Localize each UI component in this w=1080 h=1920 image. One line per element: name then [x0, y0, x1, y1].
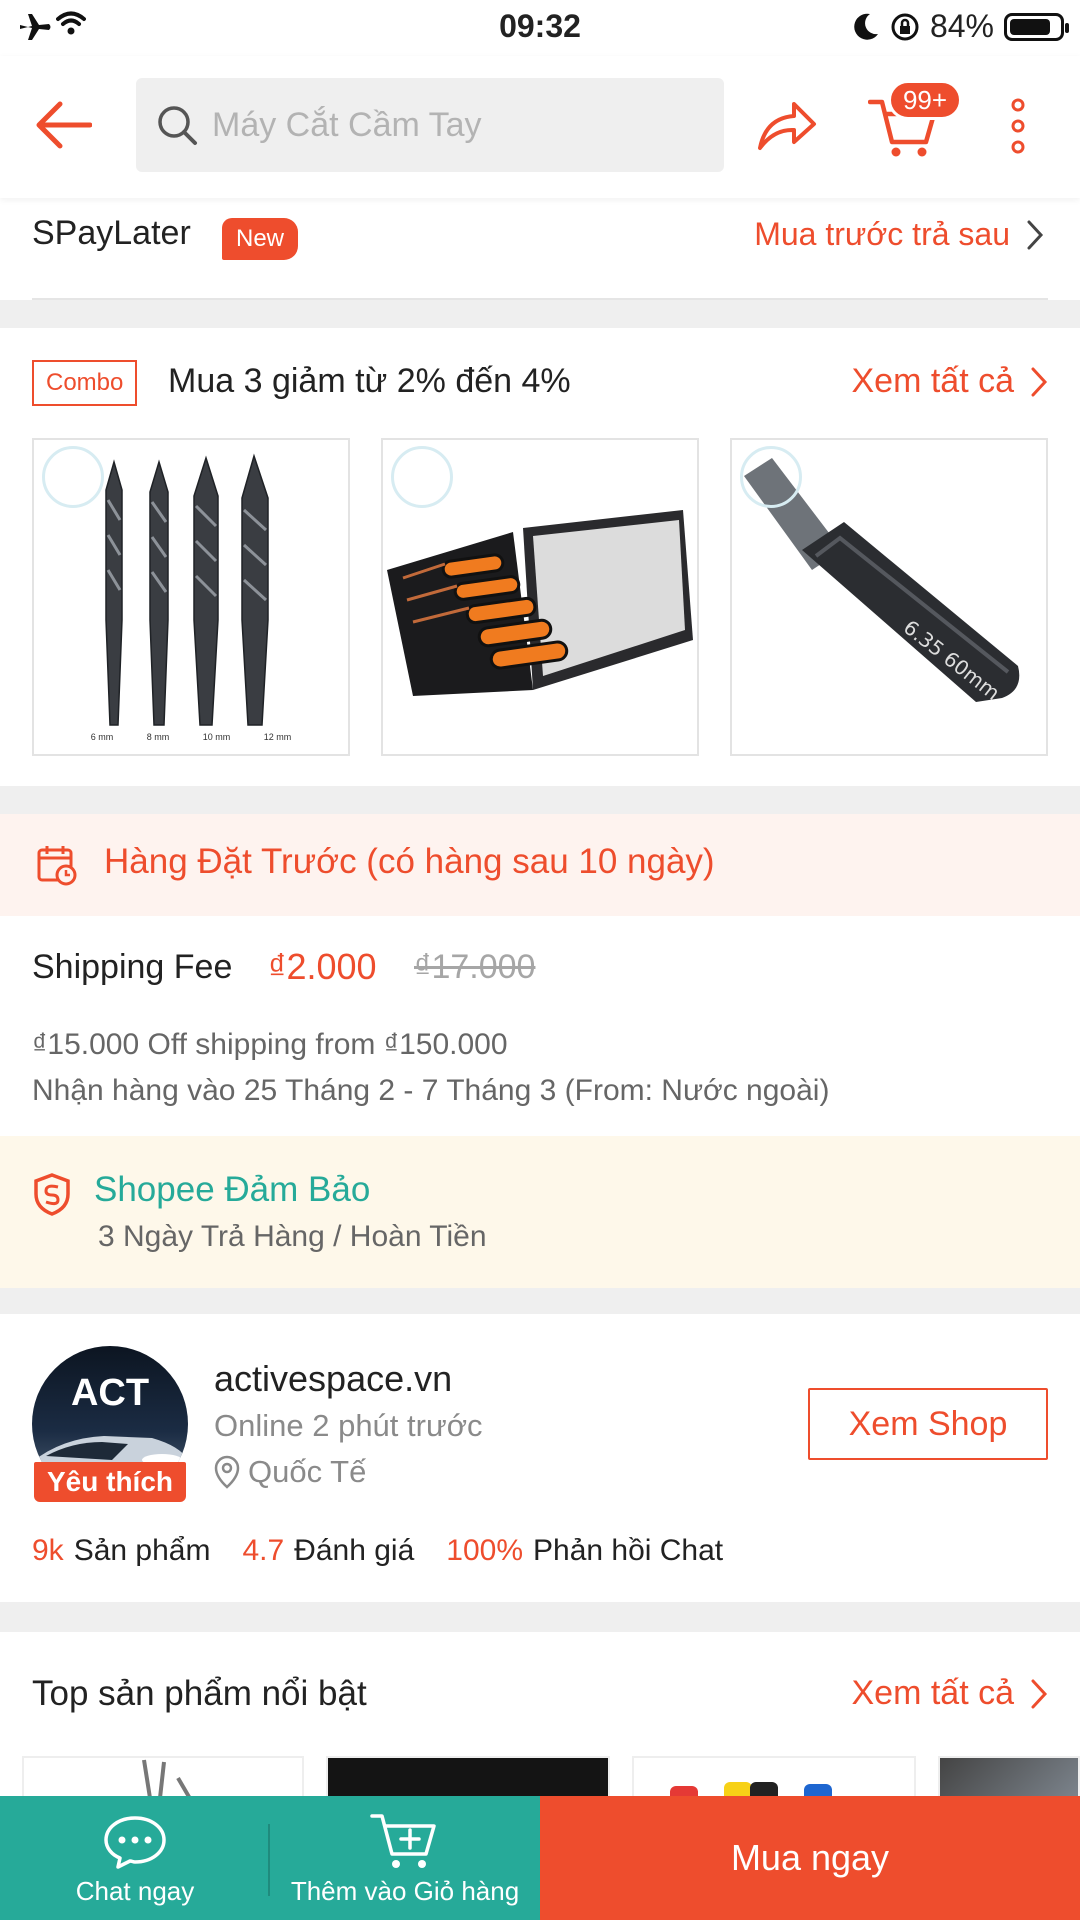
shop-location: Quốc Tế	[214, 1454, 366, 1490]
section-divider	[0, 300, 1080, 328]
stat-label: Đánh giá	[294, 1534, 415, 1567]
add-to-cart-button[interactable]: Thêm vào Giỏ hàng	[270, 1796, 540, 1920]
shipping-fee-price: ₫2.000	[268, 946, 377, 987]
battery-icon	[1004, 12, 1069, 41]
moon-icon	[854, 13, 878, 40]
top-products-see-all-link[interactable]: Xem tất cả	[851, 1674, 1048, 1713]
rotation-lock-icon	[891, 13, 919, 40]
combo-see-all-link[interactable]: Xem tất cả	[851, 362, 1048, 401]
drill-size-label: 10 mm	[202, 732, 231, 742]
spaylater-link[interactable]: Mua trước trả sau	[754, 216, 1044, 253]
stat-rating: 4.7 Đánh giá	[242, 1534, 414, 1568]
watermark-logo	[42, 446, 104, 508]
chevron-right-icon	[1027, 220, 1044, 249]
share-icon[interactable]	[756, 96, 818, 152]
bottom-bar-divider	[268, 1824, 270, 1896]
status-bar: 09:32 84%	[0, 0, 1080, 56]
shop-online-status: Online 2 phút trước	[214, 1408, 483, 1443]
combo-product-bit-holder[interactable]: 6.35 60mm	[730, 438, 1048, 756]
chat-now-button[interactable]: Chat ngay	[0, 1796, 270, 1920]
top-navigation-bar: Máy Cắt Cầm Tay 99+	[0, 56, 1080, 198]
shipping-fee-label: Shipping Fee	[32, 948, 233, 986]
stat-label: Phản hồi Chat	[533, 1534, 724, 1567]
favorite-badge: Yêu thích	[34, 1462, 186, 1502]
shipping-discount: ₫15.000 Off shipping from ₫150.000	[32, 1028, 508, 1061]
drill-size-labels: 6 mm 8 mm 10 mm 12 mm	[34, 732, 348, 742]
chevron-right-icon	[1031, 1679, 1048, 1708]
see-all-label: Xem tất cả	[851, 1674, 1014, 1712]
back-arrow-icon[interactable]	[34, 100, 92, 150]
spaylater-title: SPayLater	[32, 214, 191, 252]
shop-name[interactable]: activespace.vn	[214, 1358, 452, 1400]
status-right: 84%	[852, 8, 1069, 45]
search-icon	[158, 106, 197, 145]
preorder-banner: Hàng Đặt Trước (có hàng sau 10 ngày)	[0, 814, 1080, 916]
top-products-title: Top sản phẩm nổi bật	[32, 1674, 367, 1713]
view-shop-button[interactable]: Xem Shop	[808, 1388, 1048, 1460]
shop-location-label: Quốc Tế	[248, 1454, 367, 1489]
location-pin-icon	[214, 1455, 240, 1489]
add-to-cart-icon	[370, 1814, 436, 1868]
shipping-fee-old-price: ₫17.000	[414, 948, 536, 986]
guarantee-subtitle: 3 Ngày Trả Hàng / Hoàn Tiền	[98, 1220, 487, 1253]
combo-tag: Combo	[32, 360, 138, 406]
combo-product-screwdriver-set[interactable]	[381, 438, 699, 756]
stat-chat-response: 100% Phản hồi Chat	[446, 1534, 723, 1568]
battery-percent: 84%	[929, 8, 994, 44]
stat-value: 4.7	[242, 1534, 285, 1567]
avatar-text: ACT	[70, 1372, 150, 1414]
chat-now-label: Chat ngay	[75, 1876, 195, 1906]
buy-now-button[interactable]: Mua ngay	[540, 1796, 1080, 1920]
search-placeholder: Máy Cắt Cầm Tay	[212, 105, 482, 144]
chevron-right-icon	[1031, 367, 1048, 396]
see-all-label: Xem tất cả	[851, 362, 1014, 400]
shield-icon	[34, 1173, 70, 1216]
watermark-logo	[740, 446, 802, 508]
cart-count-badge: 99+	[888, 80, 962, 120]
new-badge: New	[222, 218, 299, 260]
drill-size-label: 12 mm	[263, 732, 292, 742]
section-divider	[0, 1288, 1080, 1314]
calendar-clock-icon	[37, 846, 77, 886]
section-divider	[0, 1602, 1080, 1632]
preorder-text: Hàng Đặt Trước (có hàng sau 10 ngày)	[104, 842, 715, 881]
stat-label: Sản phẩm	[73, 1534, 211, 1567]
stat-value: 9k	[32, 1534, 64, 1567]
search-input[interactable]: Máy Cắt Cầm Tay	[136, 78, 724, 172]
bottom-action-bar: Chat ngay Thêm vào Giỏ hàng Mua ngay	[0, 1796, 1080, 1920]
shop-stats: 9k Sản phẩm 4.7 Đánh giá 100% Phản hồi Chat	[32, 1534, 723, 1568]
delivery-eta: Nhận hàng vào 25 Tháng 2 - 7 Tháng 3 (Fr…	[32, 1074, 830, 1107]
combo-product-drill-bits[interactable]: 6 mm 8 mm 10 mm 12 mm	[32, 438, 350, 756]
add-to-cart-label: Thêm vào Giỏ hàng	[290, 1876, 520, 1906]
drill-size-label: 6 mm	[90, 732, 114, 742]
guarantee-title: Shopee Đảm Bảo	[94, 1170, 371, 1209]
drill-size-label: 8 mm	[146, 732, 170, 742]
spaylater-link-label: Mua trước trả sau	[754, 216, 1010, 252]
bottom-left-group: Chat ngay Thêm vào Giỏ hàng	[0, 1796, 540, 1920]
stat-products: 9k Sản phẩm	[32, 1534, 210, 1568]
stat-value: 100%	[446, 1534, 523, 1567]
section-divider	[0, 786, 1080, 814]
combo-title: Mua 3 giảm từ 2% đến 4%	[168, 362, 571, 400]
shopee-guarantee[interactable]: Shopee Đảm Bảo 3 Ngày Trả Hàng / Hoàn Ti…	[0, 1136, 1080, 1288]
watermark-logo	[391, 446, 453, 508]
chat-icon	[104, 1816, 166, 1869]
more-options-icon[interactable]	[1008, 98, 1028, 154]
